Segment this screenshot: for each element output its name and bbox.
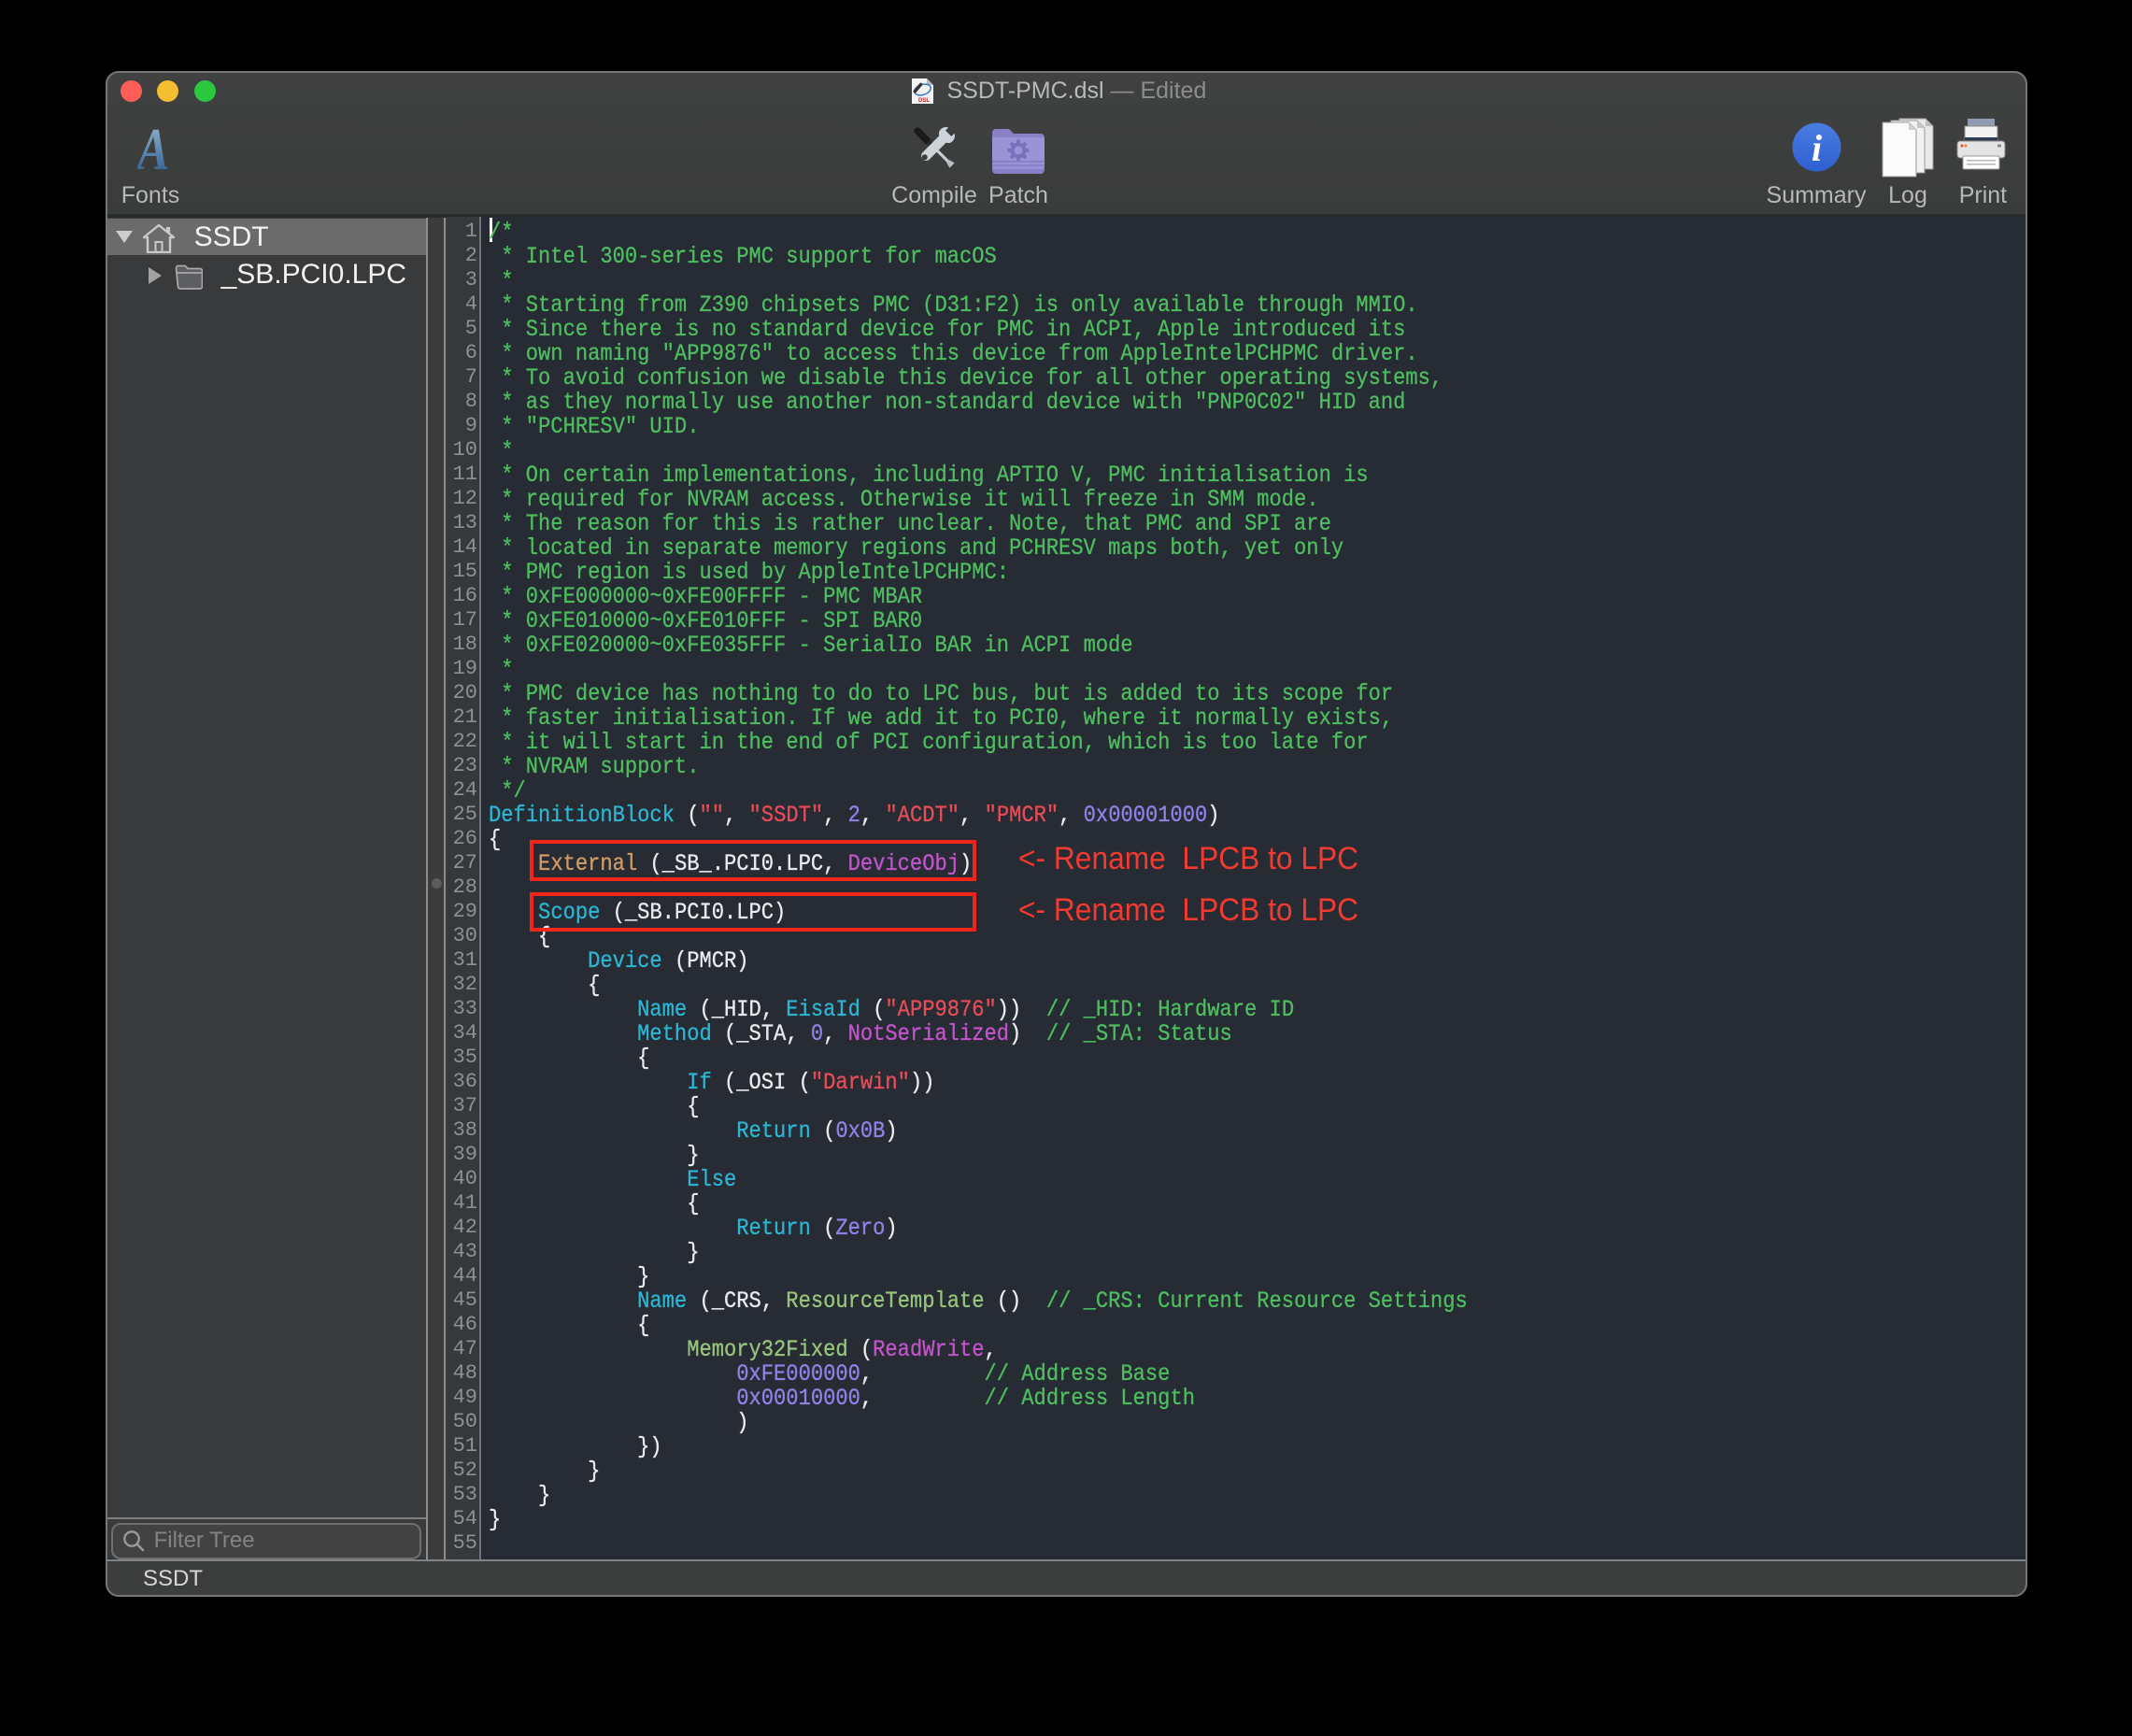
svg-text:i: i: [1811, 127, 1821, 169]
svg-text:DSL: DSL: [918, 98, 930, 104]
